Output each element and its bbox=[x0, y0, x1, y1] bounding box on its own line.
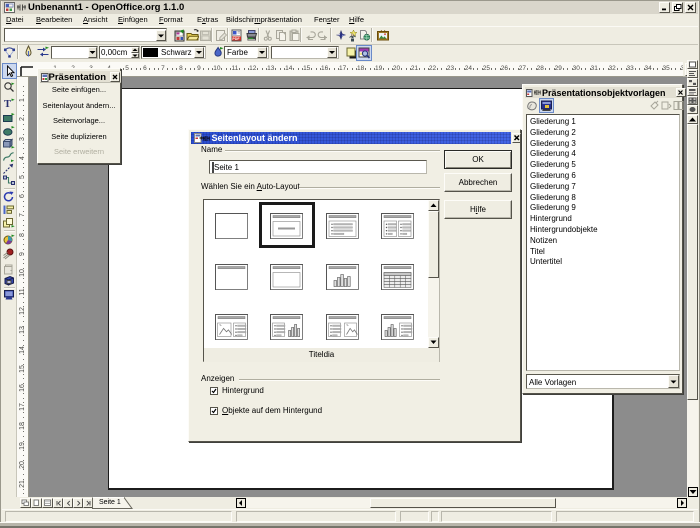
svg-text:T: T bbox=[4, 99, 11, 109]
svg-text:PDF: PDF bbox=[232, 37, 240, 41]
